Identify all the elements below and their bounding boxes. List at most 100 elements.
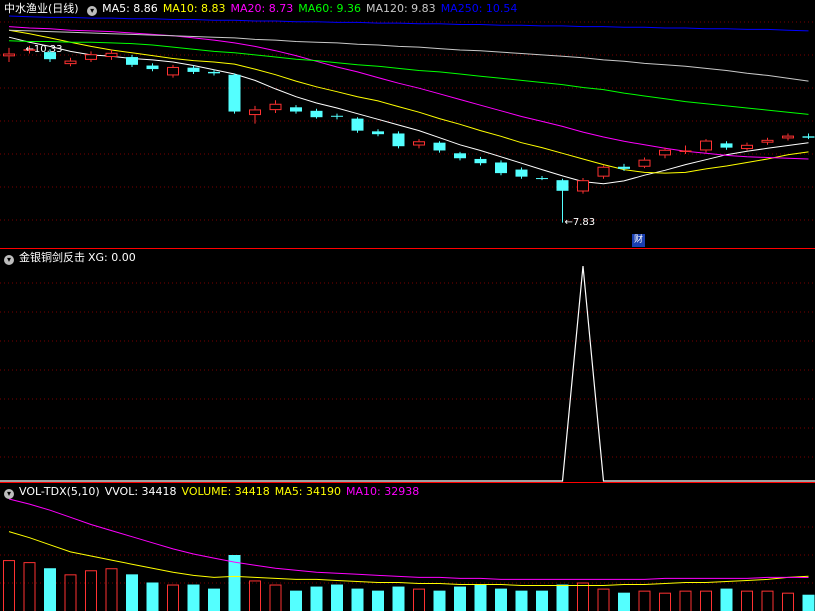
candle-body — [392, 133, 405, 147]
volume-bar[interactable] — [577, 582, 589, 611]
candle[interactable] — [761, 137, 774, 145]
candle-body — [413, 141, 425, 146]
volume-bar[interactable] — [105, 568, 118, 611]
volume-bar[interactable] — [372, 590, 384, 611]
main-panel-header: 中水渔业(日线) ▾ MA5: 8.86 MA10: 8.83 MA20: 8.73 M… — [4, 2, 522, 16]
volume-bar[interactable] — [556, 584, 569, 611]
candle-body — [187, 67, 200, 72]
candle-body — [310, 110, 323, 118]
candle-body — [331, 115, 343, 117]
candle-body — [433, 142, 446, 151]
candle-body — [85, 54, 97, 60]
volume-bar[interactable] — [23, 562, 36, 611]
candle-body — [454, 153, 466, 159]
volume-bar[interactable] — [515, 590, 528, 611]
candle-body — [228, 74, 241, 112]
candle[interactable] — [3, 47, 15, 62]
candle[interactable] — [228, 73, 241, 114]
volume-bar[interactable] — [679, 590, 692, 611]
volume-bar[interactable] — [64, 574, 77, 611]
candle[interactable] — [126, 54, 138, 67]
candle[interactable] — [495, 160, 507, 176]
volume-bar[interactable] — [659, 592, 671, 611]
volume-bar[interactable] — [208, 588, 220, 611]
volume-bar[interactable] — [802, 594, 815, 611]
candle[interactable] — [64, 57, 77, 67]
candle[interactable] — [515, 167, 528, 179]
volume-bar[interactable] — [761, 590, 774, 611]
volume-bar[interactable] — [249, 580, 261, 611]
candle-body — [146, 65, 159, 70]
volume-bar[interactable] — [351, 588, 364, 611]
volume-bar[interactable] — [310, 586, 323, 611]
candle[interactable] — [577, 178, 589, 194]
candle-body — [269, 103, 282, 111]
volume-bar[interactable] — [146, 582, 159, 611]
volume-bar[interactable] — [85, 570, 97, 611]
candle[interactable] — [392, 131, 405, 149]
volume-bar[interactable] — [741, 590, 753, 611]
candle[interactable] — [310, 108, 323, 119]
candle[interactable] — [290, 105, 302, 114]
candle[interactable] — [741, 142, 753, 151]
candle[interactable] — [85, 51, 97, 62]
volume-bar[interactable] — [618, 592, 630, 611]
volume-bar[interactable] — [597, 588, 610, 611]
low-price-value: 7.83 — [572, 216, 596, 228]
candle[interactable] — [249, 105, 261, 124]
volume-bar[interactable] — [495, 588, 507, 611]
candle[interactable] — [105, 49, 118, 60]
kline-chart[interactable] — [0, 0, 815, 611]
finance-badge[interactable]: 财 — [632, 234, 645, 247]
volume-bar[interactable] — [187, 584, 200, 611]
stock-name: 中水渔业 — [4, 2, 48, 15]
volume-bar[interactable] — [413, 588, 425, 611]
volume-bar[interactable] — [126, 574, 138, 611]
volume-bar[interactable] — [228, 555, 241, 611]
candle[interactable] — [474, 156, 487, 166]
volume-bar[interactable] — [269, 584, 282, 611]
ma20-label: MA20: 8.73 — [230, 2, 294, 15]
volume-bar[interactable] — [720, 588, 733, 611]
candle[interactable] — [351, 117, 364, 133]
volume-bar[interactable] — [167, 584, 179, 611]
candle[interactable] — [720, 141, 733, 150]
volume-bar[interactable] — [638, 590, 651, 611]
candle[interactable] — [638, 157, 651, 169]
candle[interactable] — [372, 129, 384, 137]
xg-signal-line — [0, 265, 815, 482]
volume-bar[interactable] — [392, 586, 405, 611]
candle[interactable] — [597, 165, 610, 179]
volume-bar[interactable] — [782, 592, 794, 611]
candle[interactable] — [167, 64, 179, 78]
volume-bar[interactable] — [290, 590, 302, 611]
high-price-value: 10.33 — [33, 43, 63, 55]
volume-bar[interactable] — [700, 590, 712, 611]
candle[interactable] — [700, 139, 712, 153]
collapse-icon[interactable]: ▾ — [4, 489, 14, 499]
candle[interactable] — [679, 145, 692, 154]
candle[interactable] — [433, 141, 446, 153]
candlesticks[interactable] — [3, 45, 815, 223]
candle[interactable] — [269, 100, 282, 113]
volume-bar[interactable] — [331, 584, 343, 611]
volume-bar[interactable] — [44, 568, 56, 611]
candle[interactable] — [454, 151, 466, 161]
volume-bar[interactable] — [536, 590, 548, 611]
volume-bar[interactable] — [3, 560, 15, 611]
candle[interactable] — [802, 133, 815, 140]
ma5-label: MA5: 8.86 — [102, 2, 158, 15]
candle[interactable] — [146, 63, 159, 72]
volume-bar[interactable] — [433, 590, 446, 611]
candle[interactable] — [536, 175, 548, 181]
ma60-label: MA60: 9.36 — [298, 2, 361, 15]
collapse-icon[interactable]: ▾ — [87, 6, 98, 16]
candle[interactable] — [782, 133, 794, 141]
collapse-icon[interactable]: ▾ — [4, 255, 14, 265]
volume-bar[interactable] — [454, 586, 466, 611]
volume-indicator-name: VOL-TDX(5,10) — [19, 485, 100, 498]
volume-bar[interactable] — [474, 584, 487, 611]
candle-body — [208, 71, 220, 74]
candle[interactable] — [413, 139, 425, 149]
candle[interactable] — [331, 113, 343, 120]
